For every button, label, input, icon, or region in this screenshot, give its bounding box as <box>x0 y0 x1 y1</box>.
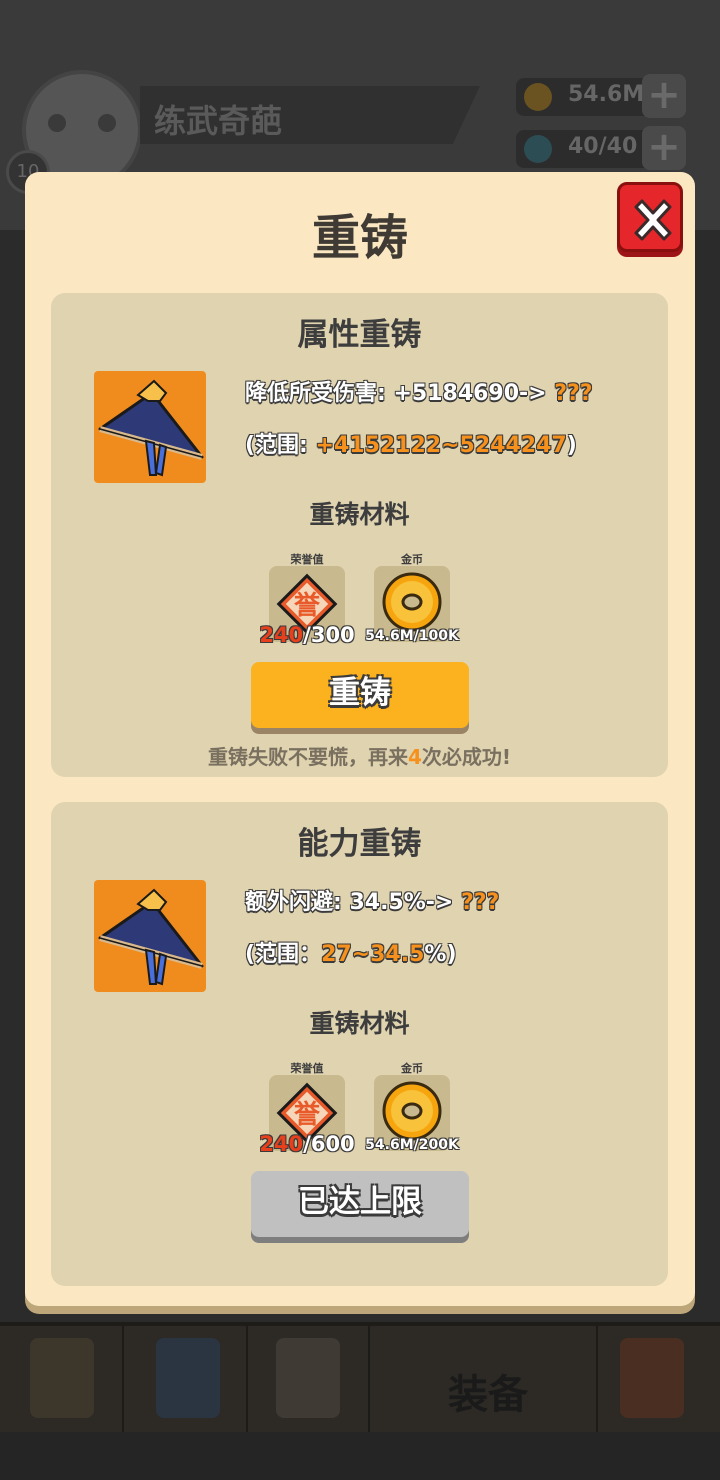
range-value: 27~34.5 <box>321 942 425 967</box>
close-button[interactable] <box>617 182 683 252</box>
svg-text:誉: 誉 <box>294 1100 321 1130</box>
stat-label: 降低所受伤害: +5184690-> <box>245 381 547 406</box>
gold-count: 54.6M/100K <box>365 628 459 644</box>
honor-count: 240/600 <box>251 1132 363 1156</box>
stat-label: 额外闪避: 34.5%-> <box>245 890 454 915</box>
nav-collect[interactable] <box>598 1326 720 1432</box>
nav-task[interactable] <box>0 1326 124 1432</box>
gold-amount: 54.6M <box>568 82 645 107</box>
energy-drop-icon <box>524 135 552 163</box>
hint-text: 重铸失败不要慌，再来4次必成功! <box>51 741 668 770</box>
nav-equip-label: 装备 <box>448 1372 528 1418</box>
add-gold-button[interactable]: + <box>642 74 686 118</box>
stat-unknown: ??? <box>554 381 593 406</box>
umbrella-hat-icon[interactable] <box>94 371 206 483</box>
crossed-swords-icon <box>276 1338 340 1418</box>
reforge-dialog: 重铸 属性重铸 降低所受伤害: +5184690-> ??? (范围: +415… <box>25 172 695 1306</box>
range-line: (范围：27~34.5%) <box>245 936 457 968</box>
energy-amount: 40/40 <box>568 134 638 159</box>
attribute-reforge-panel: 属性重铸 降低所受伤害: +5184690-> ??? (范围: +415212… <box>51 293 668 777</box>
materials-title: 重铸材料 <box>309 500 410 529</box>
range-suffix: ) <box>566 433 577 458</box>
book-icon <box>156 1338 220 1418</box>
max-reached-button[interactable]: 已达上限 <box>251 1171 469 1237</box>
hint-prefix: 重铸失败不要慌，再来 <box>207 745 408 769</box>
honor-label: 荣誉值 <box>290 1062 324 1075</box>
range-line: (范围: +4152122~5244247) <box>245 427 577 459</box>
dialog-title: 重铸 <box>311 210 408 266</box>
range-prefix: (范围： <box>245 942 322 967</box>
shop-icon <box>620 1338 684 1418</box>
nav-battle[interactable] <box>248 1326 370 1432</box>
energy-resource: 40/40 + <box>516 126 686 170</box>
panel-title: 属性重铸 <box>297 317 422 353</box>
gold-label: 金币 <box>401 1062 423 1075</box>
system-bar <box>0 1432 720 1480</box>
panel-title: 能力重铸 <box>297 826 422 862</box>
gold-coin-icon <box>524 83 552 111</box>
gold-resource: 54.6M + <box>516 74 686 118</box>
range-suffix: %) <box>424 942 457 967</box>
bottom-nav <box>0 1322 720 1432</box>
umbrella-hat-icon[interactable] <box>94 880 206 992</box>
stat-line: 额外闪避: 34.5%-> ??? <box>245 884 499 916</box>
honor-have: 240 <box>259 623 304 647</box>
close-x-icon <box>634 199 672 241</box>
hint-count: 4 <box>407 745 422 769</box>
range-value: +4152122~5244247 <box>315 433 567 458</box>
reforge-button[interactable]: 重铸 <box>251 662 469 728</box>
honor-label: 荣誉值 <box>290 553 324 566</box>
honor-need: /300 <box>303 623 355 647</box>
nav-train[interactable] <box>124 1326 248 1432</box>
stat-line: 降低所受伤害: +5184690-> ??? <box>245 375 593 407</box>
gold-label: 金币 <box>401 553 423 566</box>
add-energy-button[interactable]: + <box>642 126 686 170</box>
honor-have: 240 <box>259 1132 304 1156</box>
materials-title: 重铸材料 <box>309 1009 410 1038</box>
honor-need: /600 <box>303 1132 355 1156</box>
gold-count: 54.6M/200K <box>365 1137 459 1153</box>
player-name: 练武奇葩 <box>154 102 283 140</box>
hint-suffix: 次必成功! <box>421 745 512 769</box>
svg-text:誉: 誉 <box>294 591 321 621</box>
honor-count: 240/300 <box>251 623 363 647</box>
stat-unknown: ??? <box>461 890 500 915</box>
scroll-icon <box>30 1338 94 1418</box>
ability-reforge-panel: 能力重铸 额外闪避: 34.5%-> ??? (范围：27~34.5%) 重铸材… <box>51 802 668 1286</box>
range-prefix: (范围: <box>245 433 316 458</box>
